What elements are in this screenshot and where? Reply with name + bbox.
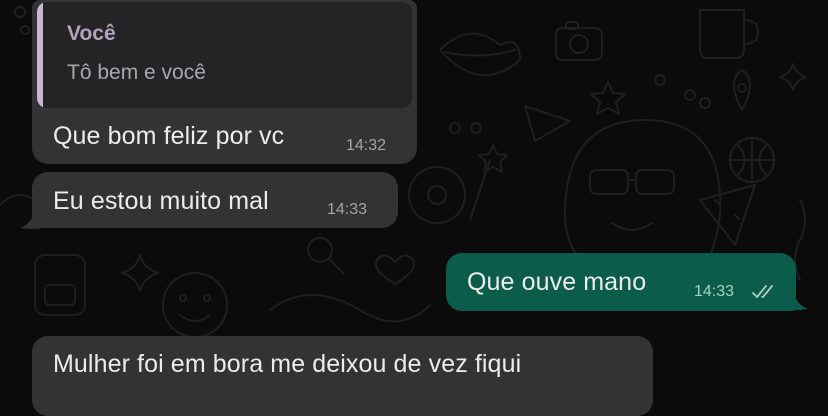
bubble-tail: [784, 295, 808, 310]
sparkle-doodle-icon: [779, 63, 807, 91]
slice-doodle-icon: [699, 184, 756, 246]
message-text: Que bom feliz por vc: [53, 122, 285, 150]
message-timestamp: 14:33: [694, 283, 735, 300]
quoted-text: Tô bem e você: [67, 61, 206, 84]
message-bubble-incoming[interactable]: Eu estou muito mal 14:33: [32, 172, 398, 228]
message-timestamp: 14:32: [346, 137, 387, 154]
record-doodle-icon: [408, 159, 491, 224]
message-text: Que ouve mano: [467, 268, 647, 296]
magnifier-doodle-icon: [307, 237, 344, 274]
message-text: Eu estou muito mal: [53, 187, 269, 215]
bubble-tail: [20, 214, 44, 229]
message-text: Mulher foi em bora me deixou de vez fiqu…: [53, 350, 522, 378]
quoted-message[interactable]: Você Tô bem e você: [37, 2, 412, 108]
paper-plane-doodle-icon: [524, 105, 571, 142]
read-double-check-icon: [752, 285, 773, 298]
mug-doodle-icon: [699, 9, 759, 59]
lips-doodle-icon: [439, 32, 521, 77]
sparkle-doodle-icon-2: [121, 254, 159, 292]
smiley-doodle-icon: [162, 272, 228, 338]
camera-doodle-icon: [555, 21, 603, 61]
message-bubble-incoming[interactable]: Você Tô bem e você Que bom feliz por vc …: [32, 0, 417, 164]
ball-doodle-icon: [729, 137, 775, 183]
message-bubble-incoming[interactable]: Mulher foi em bora me deixou de vez fiqu…: [32, 336, 653, 416]
quote-accent-bar: [37, 2, 43, 108]
quoted-author: Você: [67, 22, 116, 45]
message-timestamp: 14:33: [327, 201, 368, 218]
heart-doodle-icon: [374, 254, 416, 285]
star-doodle-icon: [590, 81, 626, 115]
backpack-doodle-icon: [34, 254, 86, 316]
message-bubble-outgoing[interactable]: Que ouve mano 14:33: [446, 253, 796, 311]
location-pin-doodle-icon: [733, 69, 751, 111]
star-doodle-icon-2: [478, 144, 508, 173]
